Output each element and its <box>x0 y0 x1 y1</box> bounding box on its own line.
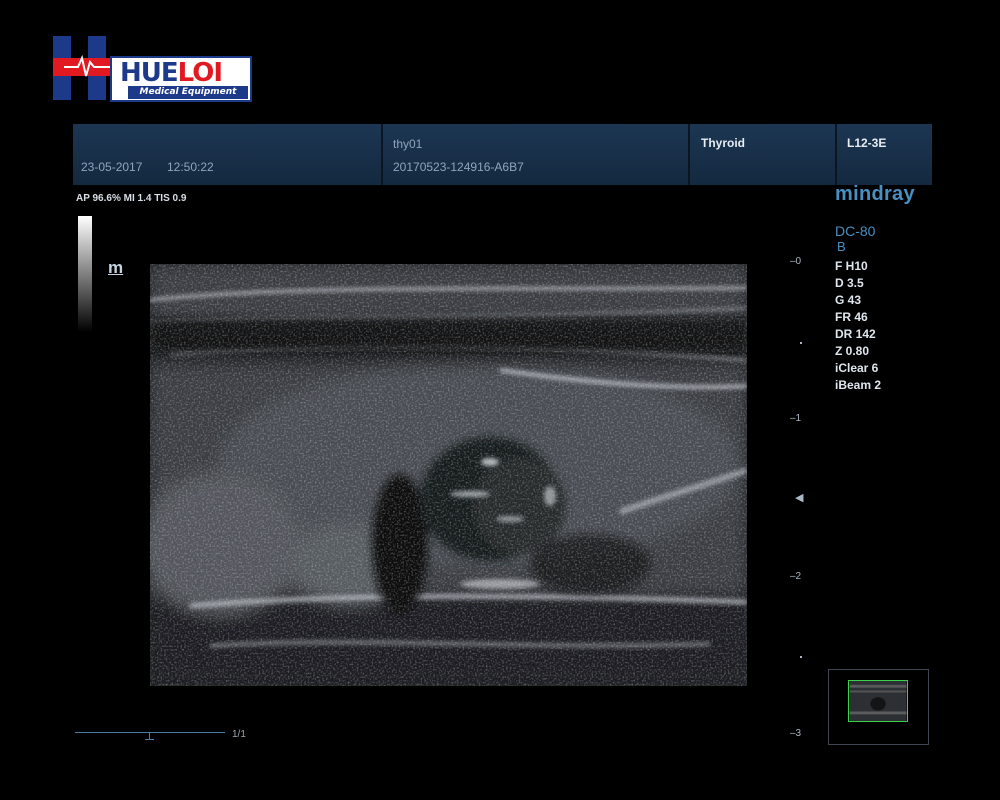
grayscale-bar <box>78 216 92 332</box>
cine-scrollbar[interactable] <box>75 730 227 740</box>
exam-date: 23-05-2017 <box>81 160 143 174</box>
imaging-parameters: F H10 D 3.5 G 43 FR 46 DR 142 Z 0.80 iClear 6 i… <box>835 258 881 394</box>
param-item: FR 46 <box>835 310 868 324</box>
depth-tick-label: –2 <box>790 570 802 582</box>
depth-tick-label: –3 <box>790 728 802 739</box>
depth-minor-tick <box>800 341 802 344</box>
header-divider <box>381 124 383 185</box>
cine-track <box>75 732 225 733</box>
header-divider <box>835 124 837 185</box>
logo-brand-name: HUELOI <box>120 58 223 88</box>
depth-tick-label: –0 <box>790 256 802 267</box>
param-item: G 43 <box>835 293 862 307</box>
probe-name: L12-3E <box>847 136 887 150</box>
logo-brand-loi: LOI <box>177 58 223 88</box>
exam-info-header: 23-05-2017 12:50:22 thy01 20170523-12491… <box>73 124 932 185</box>
header-divider <box>688 124 690 185</box>
exam-id: 20170523-124916-A6B7 <box>393 160 524 174</box>
system-brand: mindray <box>835 183 915 205</box>
body-marker: m <box>108 258 124 277</box>
param-item: DR 142 <box>835 327 876 341</box>
imaging-mode: B <box>837 239 846 254</box>
param-item: iBeam 2 <box>835 378 882 392</box>
ultrasound-image <box>150 264 747 686</box>
param-item: Z 0.80 <box>835 344 870 358</box>
frame-indicator: 1/1 <box>232 729 246 740</box>
hue-loi-logo: HUELOI Medical Equipment <box>50 34 255 104</box>
depth-minor-tick <box>800 656 802 659</box>
logo-brand-hue: HUE <box>120 58 179 88</box>
exam-type: Thyroid <box>701 136 745 150</box>
param-item: D 3.5 <box>835 276 864 290</box>
logo-subtitle: Medical Equipment <box>128 86 248 99</box>
param-item: iClear 6 <box>835 361 879 375</box>
depth-tick-label: –1 <box>790 413 802 425</box>
param-item: F H10 <box>835 259 868 273</box>
thumbnail-image[interactable] <box>848 680 908 722</box>
focus-arrow-icon[interactable]: ◀ <box>795 491 803 504</box>
acoustic-output-readout: AP 96.6% MI 1.4 TIS 0.9 <box>76 193 187 204</box>
patient-id: thy01 <box>393 137 423 151</box>
exam-time: 12:50:22 <box>167 160 214 174</box>
system-model: DC-80 <box>835 223 876 239</box>
cine-cursor-base <box>145 739 154 740</box>
